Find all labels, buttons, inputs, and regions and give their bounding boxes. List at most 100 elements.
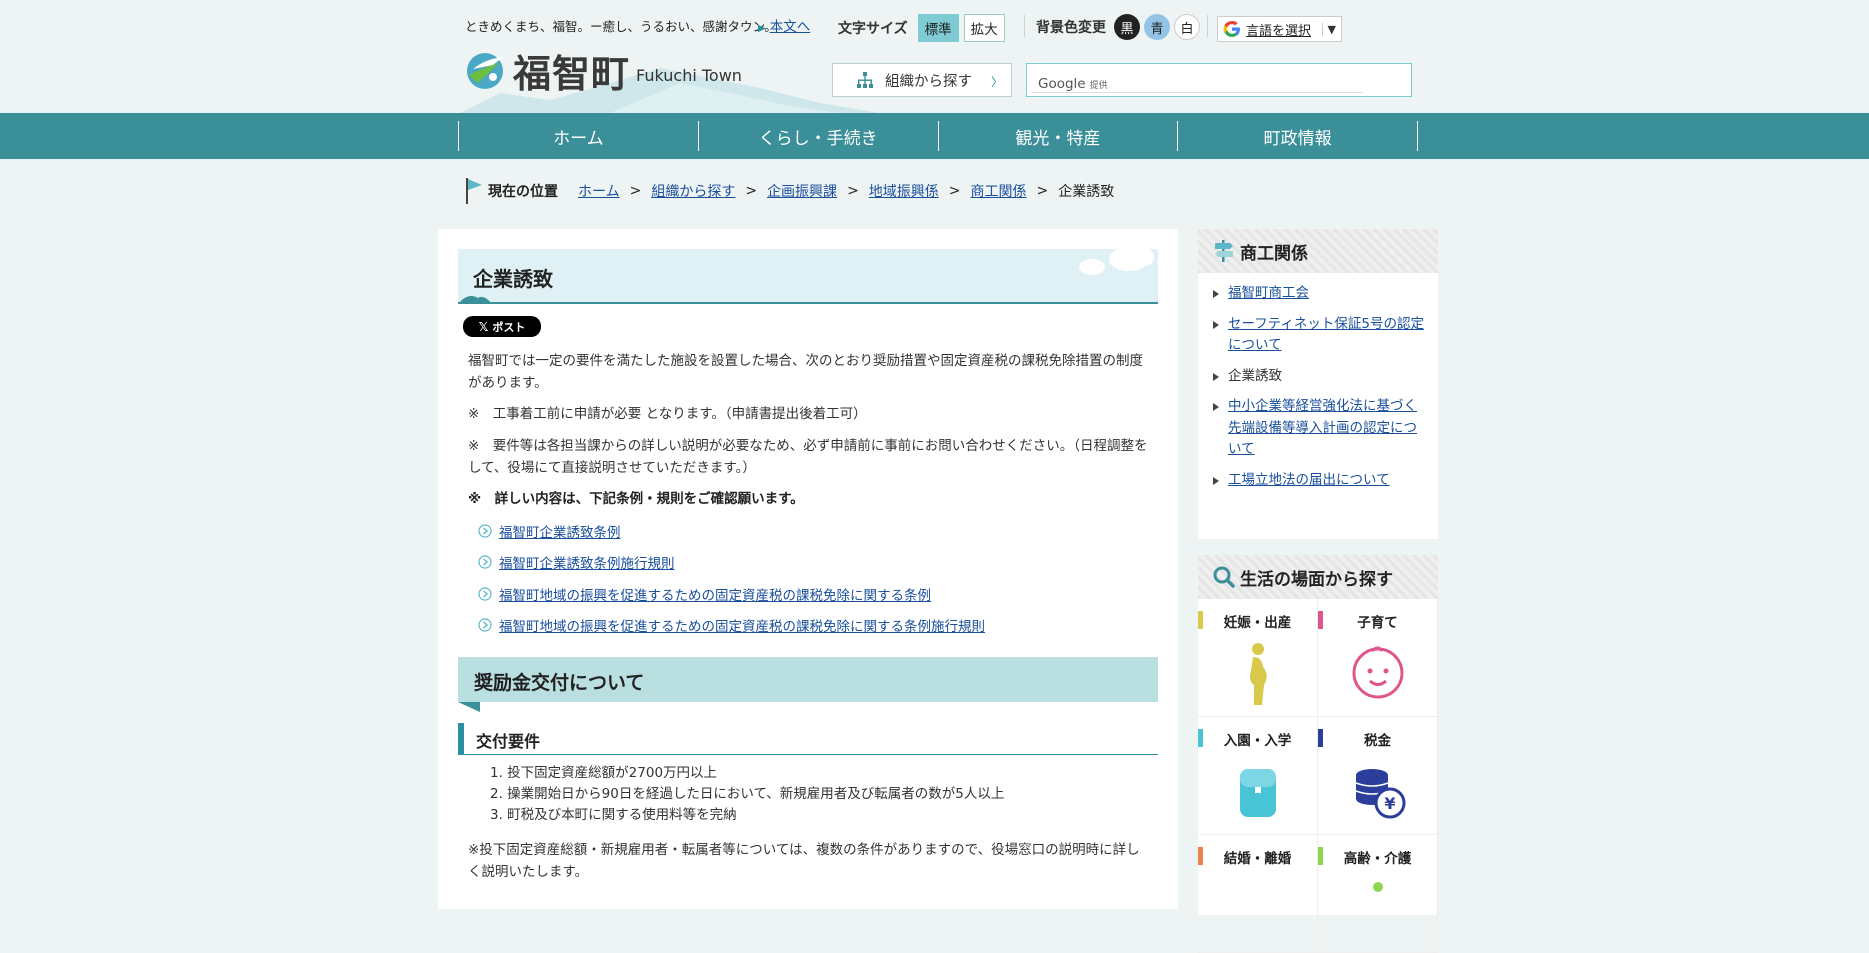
life-scene-elderly[interactable]: 高齢・介護 (1318, 835, 1438, 953)
breadcrumb-link[interactable]: 商工関係 (971, 181, 1027, 201)
bg-color-label: 背景色変更 (1036, 20, 1106, 36)
breadcrumb-separator: > (948, 183, 961, 199)
school-bag-icon (1239, 769, 1276, 817)
chevron-down-icon: ▼ (1321, 22, 1341, 36)
pregnant-icon (1249, 643, 1267, 705)
heading-tail-decoration (458, 702, 480, 712)
logo-text-jp: 福智町 (513, 52, 631, 96)
list-item: 2. 操業開始日から90日を経過した日において、新規雇用者及び転属者の数が5人以… (490, 786, 1005, 802)
org-search-label: 組織から探す (885, 73, 972, 90)
font-standard-button[interactable]: 標準 (917, 14, 959, 42)
circle-arrow-icon (478, 524, 492, 538)
note-text-bold: ※ 詳しい内容は、下記条例・規則をご確認願います。 (468, 491, 804, 507)
sidebar-list: 福智町商工会 セーフティネット保証5号の認定について 企業誘致 中小企業等経営強… (1198, 273, 1438, 491)
document-link[interactable]: 福智町地域の振興を促進するための固定資産税の課税免除に関する条例施行規則 (478, 615, 985, 635)
life-scene-panel: 生活の場面から探す 妊娠・出産 子育て 入園・入学 税金 ¥ 結婚・離婚 高齢・… (1198, 555, 1438, 953)
elderly-icon (1372, 882, 1383, 892)
nav-item-living[interactable]: くらし・手続き (697, 121, 938, 151)
list-item: 1. 投下固定資産総額が2700万円以上 (490, 765, 718, 781)
breadcrumb-separator: > (629, 183, 642, 199)
chevron-right-icon: 〉 (990, 75, 1003, 89)
document-link[interactable]: 福智町地域の振興を促進するための固定資産税の課税免除に関する条例 (478, 584, 931, 604)
site-logo[interactable]: 福智町 Fukuchi Town (463, 43, 742, 98)
sidebar-heading: 生活の場面から探す (1198, 555, 1438, 599)
breadcrumb-separator: > (847, 183, 859, 199)
nav-item-home[interactable]: ホーム (458, 121, 698, 151)
breadcrumb-current-label: 現在の位置 (488, 184, 558, 200)
baby-icon (1352, 646, 1403, 699)
circle-arrow-icon (478, 618, 492, 632)
document-link[interactable]: 福智町企業誘致条例施行規則 (478, 552, 675, 572)
life-scene-grid: 妊娠・出産 子育て 入園・入学 税金 ¥ 結婚・離婚 高齢・介護 (1198, 599, 1438, 953)
font-large-button[interactable]: 拡大 (963, 14, 1005, 42)
global-nav: ホーム くらし・手続き 観光・特産 町政情報 (0, 113, 1869, 159)
life-scene-pregnancy[interactable]: 妊娠・出産 (1198, 599, 1318, 717)
site-header: ときめくまち、福智。ー癒し、うるおい、感謝タウン。 ▶ 本文へ 福智町 Fukuc… (0, 0, 1869, 113)
logo-mark-icon (467, 52, 503, 89)
x-logo-icon: 𝕏 (478, 319, 489, 334)
sidebar-heading: 商工関係 (1198, 229, 1438, 273)
flag-icon (466, 178, 482, 204)
life-scene-school[interactable]: 入園・入学 (1198, 717, 1318, 835)
page-title-box: 企業誘致 (458, 247, 1158, 304)
page-title: 企業誘致 (473, 267, 553, 291)
bg-black-button[interactable]: 黒 (1114, 14, 1140, 40)
sidebar-item[interactable]: 工場立地法の届出について (1210, 470, 1426, 492)
bg-white-button[interactable]: 白 (1174, 14, 1200, 40)
x-post-button[interactable]: 𝕏 ポスト (463, 316, 541, 337)
sidebar-item[interactable]: 中小企業等経営強化法に基づく先端設備等導入計画の認定について (1210, 396, 1426, 461)
circle-arrow-icon (478, 587, 492, 601)
breadcrumb: 現在の位置 ホーム > 組織から探す > 企画振興課 > 地域振興係 > 商工関… (464, 176, 1114, 206)
nav-item-tourism[interactable]: 観光・特産 (937, 121, 1178, 151)
breadcrumb-last: 企業誘致 (1058, 184, 1115, 200)
note-text: ※ 工事着工前に申請が必要 となります。（申請書提出後着工可） (468, 406, 867, 422)
svg-text:¥: ¥ (1384, 794, 1395, 813)
background-color-control: 背景色変更 黒 青 白 (1036, 14, 1204, 40)
breadcrumb-separator: > (1036, 183, 1049, 199)
org-search-button[interactable]: 組織から探す 〉 (832, 63, 1012, 97)
divider (1024, 15, 1025, 37)
divider (1207, 15, 1208, 37)
search-underline (1031, 92, 1363, 93)
life-scene-tax[interactable]: 税金 ¥ (1318, 717, 1438, 835)
document-link[interactable]: 福智町企業誘致条例 (478, 521, 621, 541)
logo-text-en: Fukuchi Town (636, 66, 742, 85)
subsection-heading: 交付要件 (458, 723, 1158, 755)
requirements-list: 1. 投下固定資産総額が2700万円以上 2. 操業開始日から90日を経過した日… (490, 763, 1004, 826)
life-scene-childcare[interactable]: 子育て (1318, 599, 1438, 717)
sidebar-item[interactable]: セーフティネット保証5号の認定について (1210, 314, 1426, 357)
language-select-label: 言語を選択 (1246, 23, 1312, 39)
skip-to-content-link[interactable]: ▶ 本文へ (758, 15, 810, 35)
breadcrumb-link[interactable]: 地域振興係 (869, 181, 939, 201)
font-size-control: 文字サイズ 標準 拡大 (838, 14, 1010, 42)
hill-decoration (458, 296, 492, 304)
circle-arrow-icon (478, 555, 492, 569)
triangle-right-icon: ▶ (758, 23, 766, 34)
intro-text: 福智町では一定の要件を満たした施設を設置した場合、次のとおり奨励措置や固定資産税… (468, 353, 1143, 391)
section-heading: 奨励金交付について (458, 657, 1158, 712)
language-select[interactable]: 言語を選択 ▼ (1217, 16, 1342, 42)
sidebar-related: 商工関係 福智町商工会 セーフティネット保証5号の認定について 企業誘致 中小企… (1198, 229, 1438, 539)
search-input[interactable]: Google 提供 (1026, 63, 1412, 97)
nav-item-town-info[interactable]: 町政情報 (1177, 121, 1418, 151)
search-icon (1213, 566, 1235, 588)
signpost-icon (1215, 240, 1233, 262)
life-scene-marriage[interactable]: 結婚・離婚 (1198, 835, 1318, 953)
breadcrumb-link[interactable]: 企画振興課 (767, 181, 837, 201)
site-tagline: ときめくまち、福智。ー癒し、うるおい、感謝タウン。 (465, 19, 777, 34)
list-item: 3. 町税及び本町に関する使用料等を完納 (490, 807, 737, 823)
note-text: ※ 要件等は各担当課からの詳しい説明が必要なため、必ず申請前に事前にお問い合わせ… (468, 438, 1148, 476)
breadcrumb-link[interactable]: ホーム (578, 181, 620, 201)
breadcrumb-separator: > (745, 183, 758, 199)
footnote-text: ※投下固定資産総額・新規雇用者・転属者等については、複数の条件がありますので、役… (468, 842, 1140, 880)
breadcrumb-link[interactable]: 組織から探す (651, 181, 735, 201)
font-size-label: 文字サイズ (838, 21, 908, 37)
bg-blue-button[interactable]: 青 (1144, 14, 1170, 40)
main-content: 企業誘致 𝕏 ポスト 福智町では一定の要件を満たした施設を設置した場合、次のとおり… (438, 229, 1178, 909)
sidebar-item-current: 企業誘致 (1210, 366, 1426, 388)
google-g-icon (1223, 21, 1240, 37)
cloud-decoration (1079, 247, 1154, 275)
sidebar-item[interactable]: 福智町商工会 (1210, 283, 1426, 305)
coins-yen-icon: ¥ (1355, 769, 1405, 819)
google-search-label: Google 提供 (1038, 76, 1108, 92)
